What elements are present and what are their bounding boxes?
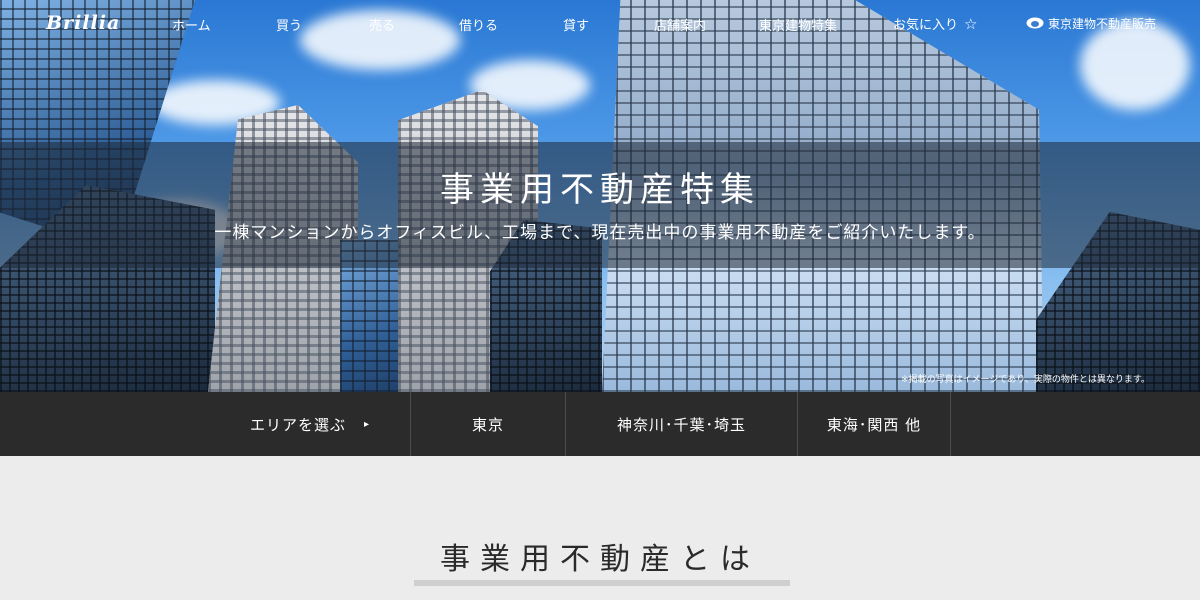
top-navigation: Brillia ホーム 買う 売る 借りる 貸す 店舗案内 東京建物特集 お気に… [0, 0, 1200, 46]
nav-tokyo-tatemono-feature[interactable]: 東京建物特集 [759, 15, 837, 34]
area-selector-bar: エリアを選ぶ ▸ 東京 神奈川･千葉･埼玉 東海･関西 他 [0, 392, 1200, 456]
hero-image: 事業用不動産特集 一棟マンションからオフィスビル、工場まで、現在売出中の事業用不… [0, 0, 1200, 392]
brillia-logo[interactable]: Brillia [46, 12, 120, 34]
nav-corporate[interactable]: 東京建物不動産販売 [1026, 15, 1156, 32]
nav-lease[interactable]: 貸す [563, 15, 589, 34]
hero-title: 事業用不動産特集 [440, 170, 760, 210]
area-tokyo[interactable]: 東京 [410, 392, 565, 456]
corporate-logo-icon [1026, 17, 1044, 29]
area-kanagawa-chiba-saitama[interactable]: 神奈川･千葉･埼玉 [565, 392, 797, 456]
nav-stores[interactable]: 店舗案内 [654, 15, 706, 34]
chevron-right-icon: ▸ [363, 418, 371, 430]
section-title: 事業用不動産とは [440, 542, 760, 577]
nav-sell[interactable]: 売る [369, 15, 395, 34]
nav-rent[interactable]: 借りる [459, 15, 498, 34]
area-tokai-kansai[interactable]: 東海･関西 他 [797, 392, 951, 456]
favorites-label: お気に入り [893, 18, 959, 33]
nav-home[interactable]: ホーム [172, 15, 211, 34]
section-title-underline [414, 580, 790, 586]
corporate-label: 東京建物不動産販売 [1048, 17, 1157, 31]
image-disclaimer: ※掲載の写真はイメージであり、実際の物件とは異なります。 [900, 375, 1150, 385]
nav-buy[interactable]: 買う [276, 15, 302, 34]
hero-subtitle: 一棟マンションからオフィスビル、工場まで、現在売出中の事業用不動産をご紹介いたし… [214, 223, 986, 243]
area-select-label: エリアを選ぶ ▸ [210, 392, 410, 456]
area-select-text: エリアを選ぶ [249, 415, 346, 434]
nav-favorites[interactable]: お気に入り ☆ [893, 14, 977, 33]
star-icon: ☆ [964, 15, 978, 33]
